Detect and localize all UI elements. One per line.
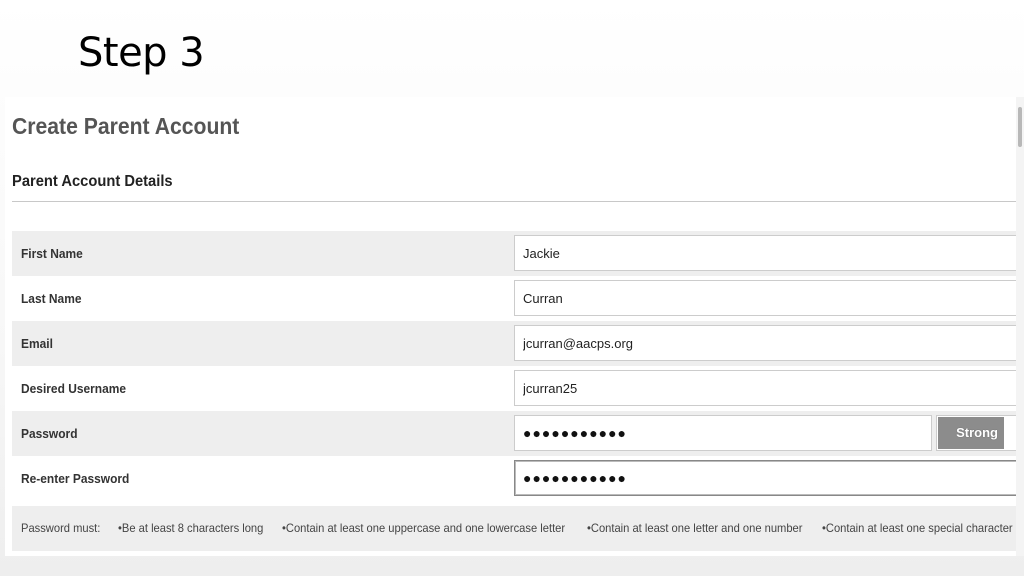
password-strength-meter: Strong	[936, 415, 1020, 451]
password-rule-item: •Contain at least one letter and one num…	[587, 521, 803, 535]
scrollbar-thumb[interactable]	[1018, 107, 1022, 147]
password-row: Password Strong	[12, 411, 1021, 456]
password-rule-item: •Contain at least one special character	[822, 521, 1013, 535]
last-name-input[interactable]	[514, 280, 1019, 316]
first-name-row: First Name	[12, 231, 1021, 276]
email-label: Email	[21, 336, 53, 351]
create-account-form: Create Parent Account Parent Account Det…	[5, 97, 1021, 556]
last-name-row: Last Name	[12, 276, 1021, 321]
username-input[interactable]	[514, 370, 1019, 406]
password-rule-item: •Be at least 8 characters long	[118, 521, 264, 535]
password-rules-prefix: Password must:	[21, 521, 101, 535]
last-name-label: Last Name	[21, 291, 82, 306]
username-label: Desired Username	[21, 381, 127, 396]
first-name-label: First Name	[21, 246, 83, 261]
email-row: Email	[12, 321, 1021, 366]
confirm-password-input[interactable]	[514, 460, 1021, 496]
password-rules: Password must: •Be at least 8 characters…	[12, 506, 1021, 551]
confirm-password-row: Re-enter Password	[12, 456, 1021, 501]
confirm-password-label: Re-enter Password	[21, 471, 130, 486]
username-row: Desired Username	[12, 366, 1021, 411]
password-input[interactable]	[514, 415, 932, 451]
section-heading: Parent Account Details	[12, 173, 173, 190]
slide-title: Step 3	[78, 30, 205, 76]
page-scrollbar[interactable]	[1016, 97, 1024, 556]
password-rule-item: •Contain at least one uppercase and one …	[282, 521, 566, 535]
section-divider	[12, 201, 1020, 202]
first-name-input[interactable]	[514, 235, 1019, 271]
page-heading: Create Parent Account	[12, 113, 240, 139]
email-input[interactable]	[514, 325, 1019, 361]
password-label: Password	[21, 426, 78, 441]
password-strength-bar: Strong	[938, 417, 1004, 449]
